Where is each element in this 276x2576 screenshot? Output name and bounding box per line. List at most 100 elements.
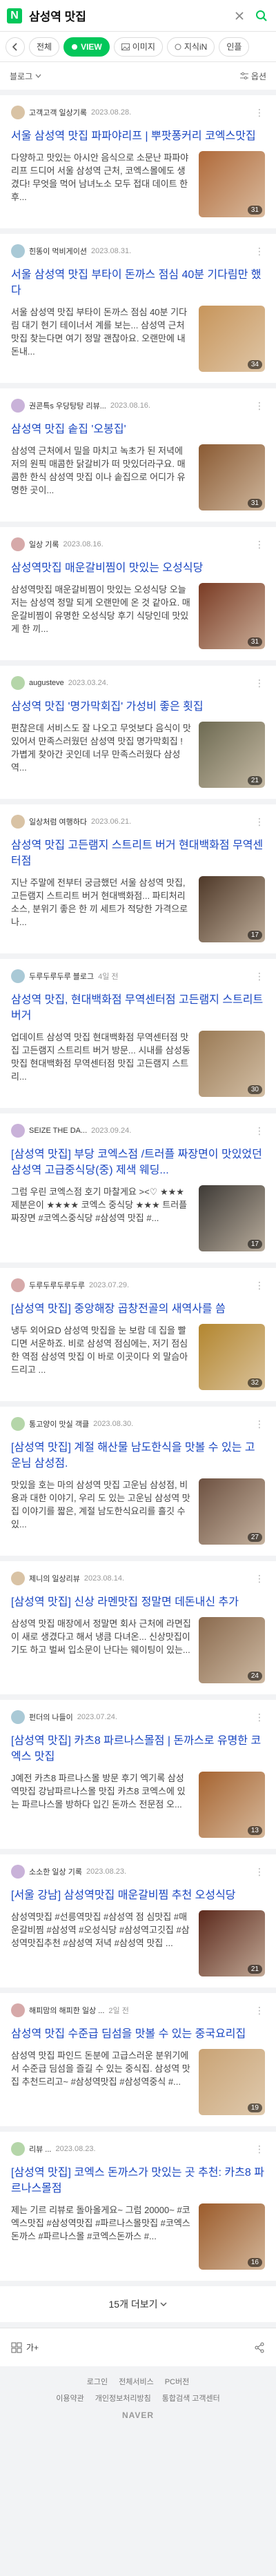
post-title-link[interactable]: [삼성역 맛집] 카츠8 파르나스몰점 | 돈까스로 유명한 코엑스 맛집 — [11, 1733, 265, 1765]
more-options-icon[interactable]: ⋮ — [255, 1125, 265, 1137]
post-author[interactable]: 두루두루두루두루 — [29, 1280, 85, 1291]
avatar[interactable] — [11, 106, 25, 119]
post-thumbnail[interactable]: 21 — [199, 722, 265, 788]
blog-post-card[interactable]: 두루두루두루두루 2023.07.29. ⋮ [삼성역 맛집] 중앙해장 곱창전골의 … — [0, 1268, 276, 1401]
post-author[interactable]: 두루두루두루 블로그 — [29, 971, 94, 982]
more-options-icon[interactable]: ⋮ — [255, 1866, 265, 1878]
avatar[interactable] — [11, 1278, 25, 1292]
post-author[interactable]: 일상처럼 여행하다 — [29, 816, 87, 827]
more-options-icon[interactable]: ⋮ — [255, 1712, 265, 1723]
post-thumbnail[interactable]: 24 — [199, 1617, 265, 1683]
blog-post-card[interactable]: 해피맘의 해피한 일상 ... 2일 전 ⋮ 삼성역 맛집 수준급 딤섬을 맛볼 수 … — [0, 1993, 276, 2126]
more-options-icon[interactable]: ⋮ — [255, 1573, 265, 1585]
post-thumbnail[interactable]: 13 — [199, 1772, 265, 1838]
post-author[interactable]: 권콘특s 우당탕탕 리뷰... — [29, 400, 106, 411]
avatar[interactable] — [11, 2003, 25, 2017]
post-author[interactable]: 통고양이 맛실 객클 — [29, 1418, 89, 1429]
post-snippet[interactable]: J예전 카츠8 파르나스몰 방문 후기 엑기록 삼성역맛집 강남파르나스몰 맛집… — [11, 1772, 192, 1824]
post-thumbnail[interactable]: 34 — [199, 306, 265, 372]
post-thumbnail[interactable]: 17 — [199, 1185, 265, 1251]
blog-post-card[interactable]: 권콘특s 우당탕탕 리뷰... 2023.08.16. ⋮ 삼성역 맛집 솥집 '오봉… — [0, 388, 276, 522]
options-button[interactable]: 옵션 — [239, 70, 266, 82]
avatar[interactable] — [11, 2142, 25, 2156]
post-title-link[interactable]: [삼성역 맛집] 계절 해산물 남도한식을 맛볼 수 있는 고운님 삼성점. — [11, 1440, 265, 1472]
blog-post-card[interactable]: 펀더의 나들이 2023.07.24. ⋮ [삼성역 맛집] 카츠8 파르나스몰점 |… — [0, 1700, 276, 1849]
blog-post-card[interactable]: 통고양이 맛실 객클 2023.08.30. ⋮ [삼성역 맛집] 계절 해산물 남도… — [0, 1407, 276, 1556]
post-author[interactable]: 제니의 일상리뷰 — [29, 1573, 80, 1584]
more-options-icon[interactable]: ⋮ — [255, 1418, 265, 1430]
more-results-button[interactable]: 15개 더보기 — [0, 2286, 276, 2322]
footer-link[interactable]: 전체서비스 — [119, 2376, 154, 2387]
post-snippet[interactable]: 지난 주말에 전부터 궁금했던 서울 삼성역 맛집, 고든램지 스트리트 버거 … — [11, 876, 192, 929]
tab-influencer[interactable]: 인플 — [219, 37, 250, 57]
search-query-field[interactable]: 삼성역 맛집 — [29, 7, 225, 24]
more-options-icon[interactable]: ⋮ — [255, 400, 265, 412]
share-button[interactable] — [254, 2337, 265, 2358]
footer-link[interactable]: 로그인 — [87, 2376, 108, 2387]
blog-post-card[interactable]: 일상 기록 2023.08.16. ⋮ 삼성역맛집 매운갈비찜이 맛있는 오성식당 삼성… — [0, 527, 276, 660]
post-snippet[interactable]: 다양하고 맛있는 아시안 음식으로 소문난 파파야리프 드디어 서울 삼성역 근… — [11, 151, 192, 204]
avatar[interactable] — [11, 969, 25, 983]
blog-post-card[interactable]: 소소한 일상 기록 2023.08.23. ⋮ [서울 강남] 삼성역맛집 매운갈비찜… — [0, 1854, 276, 1988]
close-icon[interactable] — [232, 8, 247, 23]
post-title-link[interactable]: 삼성역 맛집 솥집 '오봉집' — [11, 422, 265, 437]
post-snippet[interactable]: 삼성역맛집 #선릉역맛집 #삼성역 점 심맛집 #매운갈비찜 #삼성역 #오성식… — [11, 1910, 192, 1963]
avatar[interactable] — [11, 1865, 25, 1879]
blog-post-card[interactable]: 두루두루두루 블로그 4일 전 ⋮ 삼성역 맛집, 현대백화점 무역센터점 고든램지 … — [0, 959, 276, 1108]
more-options-icon[interactable]: ⋮ — [255, 1280, 265, 1291]
post-author[interactable]: 펀더의 나들이 — [29, 1712, 73, 1723]
avatar[interactable] — [11, 676, 25, 690]
more-options-icon[interactable]: ⋮ — [255, 2143, 265, 2155]
post-title-link[interactable]: [삼성역 맛집] 신상 라멘맛집 정말면 데돈내신 추가 — [11, 1594, 265, 1610]
more-options-icon[interactable]: ⋮ — [255, 539, 265, 551]
blog-post-card[interactable]: 일상처럼 여행하다 2023.06.21. ⋮ 삼성역 맛집 고든램지 스트리트 버거… — [0, 804, 276, 953]
footer-link[interactable]: PC버전 — [165, 2376, 190, 2387]
tab-all[interactable]: 전체 — [29, 37, 60, 57]
post-title-link[interactable]: [삼성역 맛집] 부당 코엑스점 /트러플 짜장면이 맛있었던 삼성역 고급중식… — [11, 1147, 265, 1178]
post-snippet[interactable]: 맛있을 호는 마의 삼성역 맛집 고운님 삼성점, 비용과 대한 이야기, 우리… — [11, 1478, 192, 1531]
post-snippet[interactable]: 제는 기르 리뷰로 돌아올게요~ 그럼 20000~ #코엑스맛집 #삼성역맛집… — [11, 2203, 192, 2256]
tab-knowledge-in[interactable]: 지식iN — [166, 37, 215, 57]
avatar[interactable] — [11, 1124, 25, 1138]
naver-logo[interactable]: N — [7, 8, 22, 23]
avatar[interactable] — [11, 1417, 25, 1431]
post-author[interactable]: augusteve — [29, 679, 64, 687]
post-title-link[interactable]: [삼성역 맛집] 코엑스 돈까스가 맛있는 곳 추천: 카츠8 파르나스몰점 — [11, 2165, 265, 2197]
post-title-link[interactable]: 삼성역맛집 매운갈비찜이 맛있는 오성식당 — [11, 560, 265, 576]
post-snippet[interactable]: 삼성역 맛집 파인드 돈분에 고급스러운 분위기에서 수준급 딤섬을 즐길 수 … — [11, 2049, 192, 2101]
more-options-icon[interactable]: ⋮ — [255, 677, 265, 689]
post-title-link[interactable]: 서울 삼성역 맛집 부타이 돈까스 점심 40분 기다림만 했다 — [11, 267, 265, 299]
avatar[interactable] — [11, 537, 25, 551]
avatar[interactable] — [11, 1572, 25, 1585]
footer-link[interactable]: 이용약관 — [56, 2392, 83, 2404]
blog-post-card[interactable]: 리뷰 ... 2023.08.23. ⋮ [삼성역 맛집] 코엑스 돈까스가 맛있는 … — [0, 2132, 276, 2281]
post-thumbnail[interactable]: 17 — [199, 876, 265, 942]
post-thumbnail[interactable]: 31 — [199, 151, 265, 217]
avatar[interactable] — [11, 815, 25, 829]
post-title-link[interactable]: 삼성역 맛집 '명가막회집' 가성비 좋은 횟집 — [11, 699, 265, 715]
post-thumbnail[interactable]: 32 — [199, 1324, 265, 1390]
more-options-icon[interactable]: ⋮ — [255, 816, 265, 828]
tab-view[interactable]: VIEW — [63, 37, 110, 57]
post-author[interactable]: 해피맘의 해피한 일상 ... — [29, 2005, 104, 2016]
footer-link[interactable]: 통합검색 고객센터 — [162, 2392, 220, 2404]
post-snippet[interactable]: 그럼 우린 코엑스점 호기 마찰게요 ><♡ ★★★ 제분은이 ★★★★ 코엑스… — [11, 1185, 192, 1238]
post-author[interactable]: 고객고객 일상기록 — [29, 107, 87, 118]
post-thumbnail[interactable]: 30 — [199, 1031, 265, 1097]
font-size-button[interactable]: 가+ — [11, 2337, 39, 2358]
post-author[interactable]: 힌똥이 먹비게이션 — [29, 246, 87, 257]
post-author[interactable]: 일상 기록 — [29, 539, 59, 550]
post-snippet[interactable]: 삼성역맛집 매운갈비찜이 맛있는 오성식당 오늘 저는 삼성역 정말 되게 오랜… — [11, 583, 192, 635]
search-icon[interactable] — [254, 8, 269, 23]
post-author[interactable]: 소소한 일상 기록 — [29, 1866, 82, 1877]
post-thumbnail[interactable]: 21 — [199, 1910, 265, 1976]
post-snippet[interactable]: 업데이트 삼성역 맛집 현대백화점 무역센터점 맛집 고든램지 스트리트 버거 … — [11, 1031, 192, 1083]
post-thumbnail[interactable]: 27 — [199, 1478, 265, 1545]
post-thumbnail[interactable]: 31 — [199, 444, 265, 511]
post-snippet[interactable]: 삼성역 근처에서 밀을 마치고 녹초가 된 저녁에 저의 원픽 매콤한 닭갈비가… — [11, 444, 192, 497]
blog-post-card[interactable]: SEIZE THE DA... 2023.09.24. ⋮ [삼성역 맛집] 부당 코… — [0, 1113, 276, 1262]
post-snippet[interactable]: 서울 삼성역 맛집 부타이 돈까스 점심 40분 기다림 대기 현기 테이너서 … — [11, 306, 192, 358]
post-author[interactable]: SEIZE THE DA... — [29, 1127, 87, 1135]
post-title-link[interactable]: 삼성역 맛집 수준급 딤섬을 맛볼 수 있는 중국요리집 — [11, 2026, 265, 2042]
blog-post-card[interactable]: 힌똥이 먹비게이션 2023.08.31. ⋮ 서울 삼성역 맛집 부타이 돈까스 점… — [0, 234, 276, 383]
